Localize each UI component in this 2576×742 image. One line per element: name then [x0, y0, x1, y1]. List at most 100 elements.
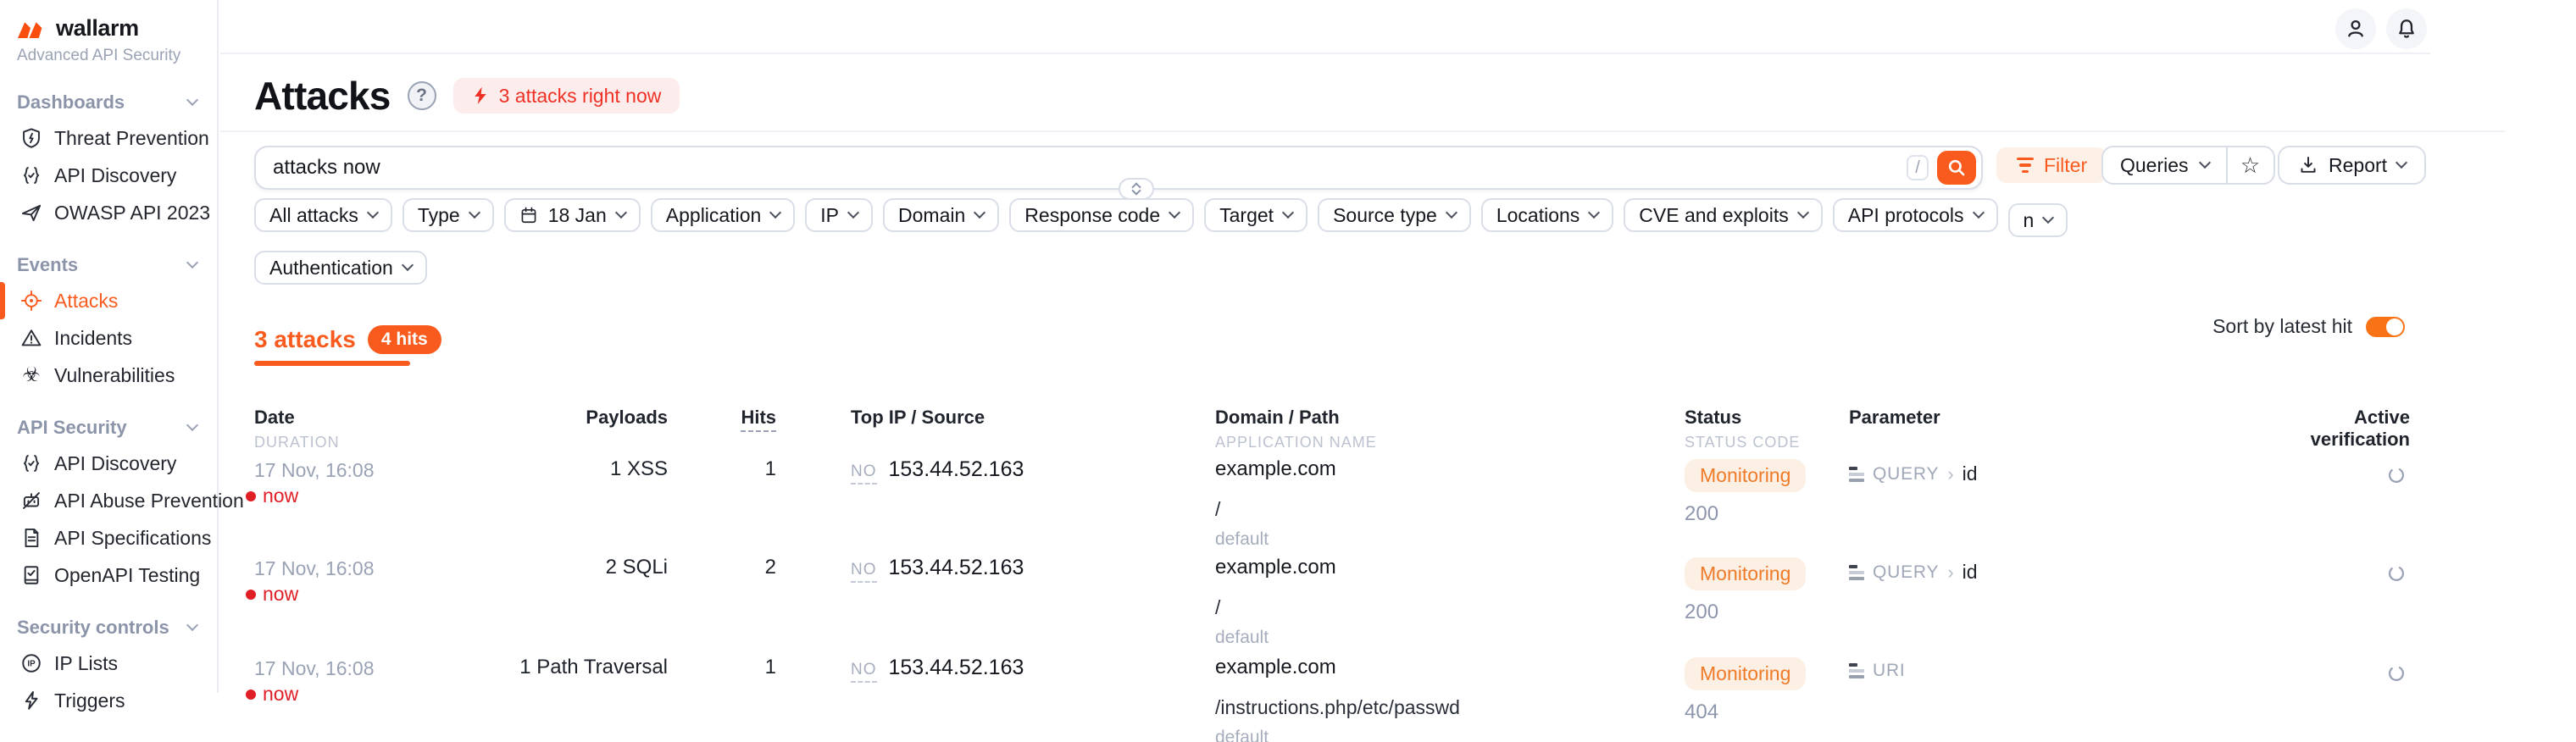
attacks-count: 3 attacks: [254, 326, 356, 353]
attack-status: Monitoring 200: [1685, 556, 1806, 624]
user-icon: [2344, 17, 2368, 41]
sidebar-item-api-discovery[interactable]: API Discovery: [0, 157, 217, 194]
filter-button-label: Filter: [2044, 154, 2087, 177]
sidebar-item-incidents[interactable]: Incidents: [0, 319, 217, 357]
filter-chip-domain[interactable]: Domain: [883, 198, 999, 232]
filter-chip-n[interactable]: n: [2008, 203, 2068, 237]
search-input[interactable]: [273, 156, 1907, 180]
filter-chip-authentication[interactable]: Authentication: [254, 251, 427, 285]
status-code: 200: [1685, 601, 1806, 624]
chevron-down-icon: [1282, 207, 1294, 219]
parameter-separator: ›: [1947, 463, 1953, 485]
table-row[interactable]: 17 Nov, 16:08 now 1 Path Traversal 1 NO1…: [0, 652, 2576, 742]
parameter-name: id: [1963, 462, 1978, 485]
header-divider: [220, 130, 2505, 132]
attack-hits: 1: [698, 656, 776, 679]
queries-button[interactable]: Queries: [2103, 147, 2228, 183]
live-dot-icon: [246, 590, 256, 600]
application-name: default: [1215, 529, 1336, 550]
filter-button[interactable]: Filter: [1996, 147, 2107, 183]
download-icon: [2298, 155, 2318, 175]
attack-parameter: URI: [1849, 661, 1923, 681]
col-date-sub: DURATION: [254, 434, 340, 451]
help-icon[interactable]: ?: [408, 81, 436, 110]
chevron-down-icon: [847, 207, 859, 219]
sidebar-section-events[interactable]: Events: [0, 248, 217, 282]
wallarm-logo: [17, 18, 49, 40]
favorite-star-button[interactable]: ☆: [2228, 147, 2273, 183]
notifications-button[interactable]: [2386, 8, 2427, 49]
braces-check-icon: [20, 164, 42, 186]
verification-ring-icon: [2386, 563, 2407, 584]
parameter-name: id: [1963, 561, 1978, 584]
attack-hits: 1: [698, 457, 776, 481]
table-row[interactable]: 17 Nov, 16:08 now 2 SQLi 2 NO153.44.52.1…: [0, 552, 2576, 651]
filter-chip-all-attacks[interactable]: All attacks: [254, 198, 392, 232]
filter-chip-api-protocols[interactable]: API protocols: [1833, 198, 1998, 232]
wallarm-console: wallarm Advanced API Security Dashboards…: [0, 0, 2576, 742]
queries-button-group: Queries ☆: [2101, 146, 2275, 185]
user-button[interactable]: [2335, 8, 2376, 49]
parameter-separator: ›: [1947, 562, 1953, 584]
attack-status: Monitoring 200: [1685, 457, 1806, 526]
filter-chip-locations[interactable]: Locations: [1481, 198, 1613, 232]
sidebar-item-label: Threat Prevention: [54, 127, 209, 150]
chevron-down-icon: [1797, 207, 1809, 219]
filter-chip-cve-and-exploits[interactable]: CVE and exploits: [1624, 198, 1822, 232]
hits-sort-header[interactable]: Hits: [741, 407, 776, 432]
live-dot-icon: [246, 689, 256, 700]
chevron-down-icon: [186, 419, 198, 431]
chevron-down-icon: [1446, 207, 1457, 219]
sort-label: Sort by latest hit: [2212, 315, 2352, 338]
filter-chip-source-type[interactable]: Source type: [1318, 198, 1471, 232]
sort-toggle[interactable]: [2366, 317, 2405, 337]
stack-icon: [1849, 565, 1864, 580]
chevron-down-icon: [974, 207, 985, 219]
search-expand-toggle[interactable]: [1119, 178, 1154, 200]
sidebar-section-dashboards[interactable]: Dashboards: [0, 86, 217, 119]
sidebar-item-label: OWASP API 2023: [54, 202, 210, 224]
filter-chip-date[interactable]: 18 Jan: [504, 198, 641, 232]
chip-label: Application: [666, 204, 762, 227]
sidebar-item-attacks[interactable]: Attacks: [0, 282, 217, 319]
report-label: Report: [2329, 154, 2387, 177]
col-domain: Domain / Path: [1215, 407, 1340, 429]
filter-chip-application[interactable]: Application: [651, 198, 796, 232]
chevron-down-icon: [2042, 212, 2054, 224]
country-code[interactable]: NO: [851, 661, 877, 683]
sidebar-section-api-security[interactable]: API Security: [0, 411, 217, 445]
filter-chip-response-code[interactable]: Response code: [1009, 198, 1194, 232]
table-row[interactable]: 17 Nov, 16:08 now 1 XSS 1 NO153.44.52.16…: [0, 454, 2576, 552]
attack-parameter: QUERY › id: [1849, 462, 1978, 485]
filter-chip-target[interactable]: Target: [1204, 198, 1307, 232]
report-button[interactable]: Report: [2278, 146, 2426, 185]
page-title: Attacks: [254, 73, 391, 119]
filter-icon: [2017, 158, 2034, 173]
country-code[interactable]: NO: [851, 462, 877, 485]
col-verification: Active verification: [2301, 407, 2410, 451]
attacks-now-badge[interactable]: 3 attacks right now: [453, 78, 680, 114]
sort-control: Sort by latest hit: [2212, 315, 2405, 338]
search-button[interactable]: [1937, 151, 1976, 185]
filter-chip-type[interactable]: Type: [402, 198, 494, 232]
chevron-down-icon: [469, 207, 480, 219]
attack-duration: now: [246, 485, 298, 507]
active-verification-status: [2386, 659, 2407, 690]
brand[interactable]: wallarm Advanced API Security: [0, 0, 217, 65]
results-tab[interactable]: 3 attacks 4 hits: [254, 325, 441, 354]
attack-status: Monitoring 404: [1685, 656, 1806, 724]
paper-plane-icon: [20, 202, 42, 224]
attack-payloads: 2 SQLi: [468, 556, 668, 579]
section-label: Dashboards: [17, 91, 125, 114]
col-payloads: Payloads: [468, 407, 668, 429]
sidebar-item-vulnerabilities[interactable]: ☣ Vulnerabilities: [0, 357, 217, 394]
shield-bolt-icon: [20, 127, 42, 149]
path: /: [1215, 498, 1336, 521]
filter-chip-ip[interactable]: IP: [805, 198, 873, 232]
filter-chips-row-1: All attacks Type 18 Jan Application IP D…: [254, 198, 2068, 237]
sidebar-item-owasp-api-2023[interactable]: OWASP API 2023: [0, 194, 217, 231]
domain: example.com: [1215, 656, 1460, 679]
sidebar-item-threat-prevention[interactable]: Threat Prevention: [0, 119, 217, 157]
country-code[interactable]: NO: [851, 561, 877, 583]
attack-payloads: 1 XSS: [468, 457, 668, 481]
